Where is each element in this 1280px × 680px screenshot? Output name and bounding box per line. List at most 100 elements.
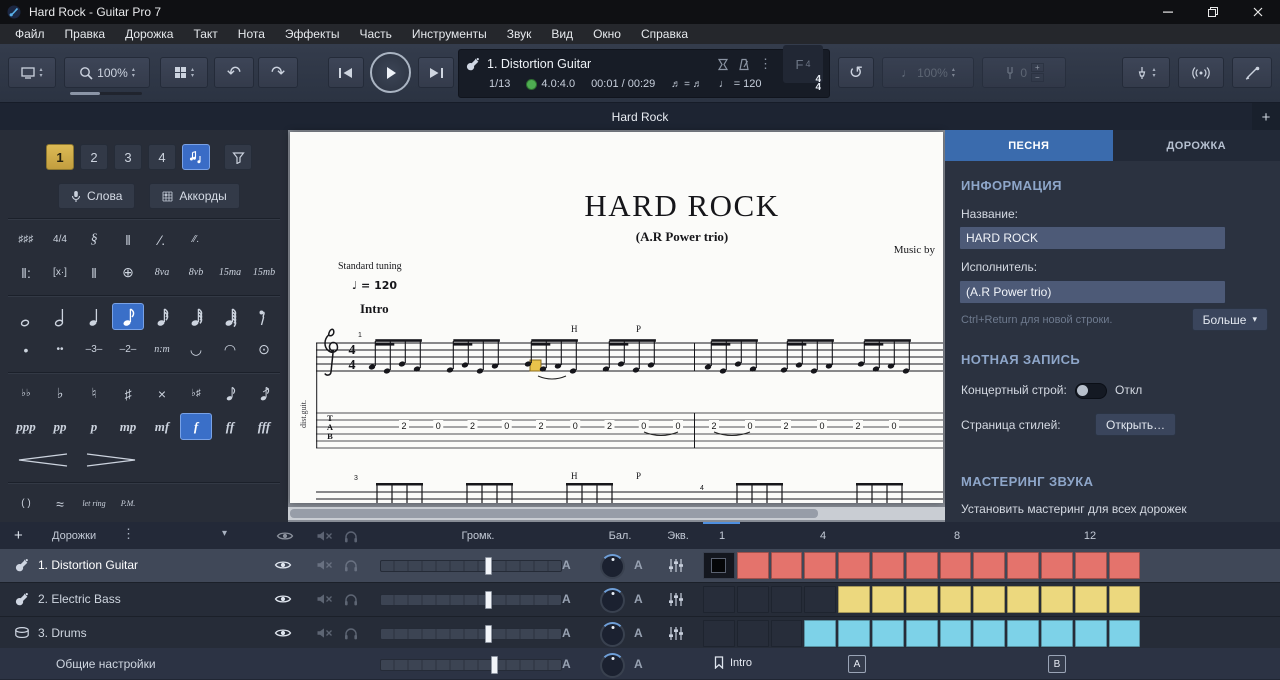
zoom-slider[interactable]	[70, 92, 142, 95]
bar-cell-3[interactable]	[771, 620, 803, 647]
balance-automation[interactable]: A	[634, 592, 643, 606]
play-button[interactable]	[370, 52, 411, 93]
bar-cell-12[interactable]	[1075, 586, 1107, 613]
tab-fret-number[interactable]: 2	[855, 421, 860, 431]
note-64th-button[interactable]	[214, 303, 246, 330]
restore-button[interactable]	[1190, 0, 1235, 24]
menu-item-5[interactable]: Эффекты	[275, 24, 350, 44]
quindicesima-15mb-button[interactable]: 15mb	[248, 259, 280, 286]
audio-signal-button[interactable]	[1178, 57, 1224, 88]
voice-filter-button[interactable]	[224, 144, 252, 170]
bar-cell-8[interactable]	[940, 552, 972, 579]
barline-button[interactable]: ‖	[112, 226, 144, 253]
visibility-toggle[interactable]	[274, 627, 292, 639]
tab-track[interactable]: ДОРОЖКА	[1113, 130, 1280, 161]
decrescendo-button[interactable]	[78, 446, 144, 473]
menu-item-4[interactable]: Нота	[228, 24, 275, 44]
bar-cell-2[interactable]	[737, 586, 769, 613]
bar-cell-9[interactable]	[973, 620, 1005, 647]
tab-fret-number[interactable]: 2	[783, 421, 788, 431]
current-track-display[interactable]: 1. Distortion Guitar ⋮ F4 1/13 4.0:4.0 0…	[458, 49, 830, 98]
loop-button[interactable]: ↺	[838, 57, 874, 88]
bar-cell-11[interactable]	[1041, 552, 1073, 579]
sharp-button[interactable]: ♯	[112, 380, 144, 407]
tie-button[interactable]: ◡	[180, 336, 212, 363]
bar-cell-7[interactable]	[906, 586, 938, 613]
dynamic-pp-button[interactable]: pp	[44, 413, 76, 440]
menu-item-6[interactable]: Часть	[349, 24, 401, 44]
dynamic-ff-button[interactable]: ff	[214, 413, 246, 440]
menu-item-2[interactable]: Дорожка	[115, 24, 183, 44]
master-settings-row[interactable]: Общие настройки A A Intro A B	[0, 648, 1280, 679]
palm-mute-button[interactable]: P.M.	[112, 490, 144, 517]
balance-knob[interactable]	[600, 588, 625, 613]
volume-slider[interactable]	[380, 594, 562, 606]
tab-fret-number[interactable]: 2	[711, 421, 716, 431]
tab-fret-number[interactable]: 2	[401, 421, 406, 431]
menu-item-1[interactable]: Правка	[55, 24, 116, 44]
note-quarter-button[interactable]	[78, 303, 110, 330]
final-barline-button[interactable]: ‖	[78, 259, 110, 286]
eq-button[interactable]	[668, 592, 684, 607]
tracks-menu-icon[interactable]: ⋮	[122, 526, 135, 542]
bar-cell-4[interactable]	[804, 620, 836, 647]
coda-button[interactable]: ⊕	[112, 259, 144, 286]
dotted-note-button[interactable]: •	[10, 336, 42, 363]
countdown-icon[interactable]	[717, 58, 729, 71]
view-mode-button[interactable]: ▴▾	[8, 57, 56, 88]
dynamic-f-button[interactable]: f	[180, 413, 212, 440]
bar-cell-9[interactable]	[973, 552, 1005, 579]
page-layout-button[interactable]: ▴▾	[160, 57, 208, 88]
tab-fret-number[interactable]: 0	[891, 421, 896, 431]
open-stylesheet-button[interactable]: Открыть…	[1095, 413, 1176, 436]
scrollbar-thumb[interactable]	[290, 509, 818, 518]
bar-cell-5[interactable]	[838, 552, 870, 579]
bar-cell-10[interactable]	[1007, 552, 1039, 579]
directions-button[interactable]: §	[78, 226, 110, 253]
balance-knob[interactable]	[600, 622, 625, 647]
headphones-solo-toggle[interactable]	[344, 593, 358, 606]
double-flat-button[interactable]: ♭♭	[10, 380, 42, 407]
mixer-track-row[interactable]: 2. Electric BassAA	[0, 583, 1280, 617]
volume-slider[interactable]	[380, 628, 562, 640]
bar-cell-1[interactable]	[703, 586, 735, 613]
volume-automation[interactable]: A	[562, 592, 571, 606]
grace-note-slashed-button[interactable]	[248, 380, 280, 407]
flat-button[interactable]: ♭	[44, 380, 76, 407]
dynamic-mp-button[interactable]: mp	[112, 413, 144, 440]
bar-cell-3[interactable]	[771, 586, 803, 613]
rest-eighth-button[interactable]	[248, 303, 280, 330]
menu-item-7[interactable]: Инструменты	[402, 24, 497, 44]
tab-fret-number[interactable]: 0	[747, 421, 752, 431]
multirest-button[interactable]: [x·]	[44, 259, 76, 286]
dynamic-p-button[interactable]: p	[78, 413, 110, 440]
eq-button[interactable]	[668, 626, 684, 641]
master-volume-automation[interactable]: A	[562, 657, 571, 671]
eq-button[interactable]	[668, 558, 684, 573]
custom-tuplet-button[interactable]: n:m	[146, 336, 178, 363]
balance-automation[interactable]: A	[634, 558, 643, 572]
bar-cell-10[interactable]	[1007, 620, 1039, 647]
bar-cell-11[interactable]	[1041, 586, 1073, 613]
ghost-note-button[interactable]: ( )	[10, 490, 42, 517]
key-signature-button[interactable]: ♯♯♯	[10, 226, 42, 253]
song-name-input[interactable]	[959, 226, 1226, 250]
ottava-8va-button[interactable]: 8va	[146, 259, 178, 286]
bar-cell-10[interactable]	[1007, 586, 1039, 613]
tab-fret-number[interactable]: 0	[675, 421, 680, 431]
notation-system-1[interactable]: 4 4 1 H P T A B 2020202	[316, 320, 943, 460]
mute-toggle[interactable]	[316, 559, 333, 571]
volume-slider[interactable]	[380, 560, 562, 572]
voice-button-2[interactable]: 2	[80, 144, 108, 170]
voice-button-4[interactable]: 4	[148, 144, 176, 170]
bar-cell-11[interactable]	[1041, 620, 1073, 647]
bar-cell-6[interactable]	[872, 620, 904, 647]
document-tab[interactable]: Hard Rock	[612, 110, 669, 124]
lyrics-button[interactable]: Слова	[58, 183, 135, 209]
redo-button[interactable]: ↷	[258, 57, 298, 88]
natural-button[interactable]: ♮	[78, 380, 110, 407]
vibrato-button[interactable]: ≈	[44, 490, 76, 517]
note-whole-button[interactable]	[10, 303, 42, 330]
bar-cell-3[interactable]	[771, 552, 803, 579]
bar-cell-4[interactable]	[804, 586, 836, 613]
